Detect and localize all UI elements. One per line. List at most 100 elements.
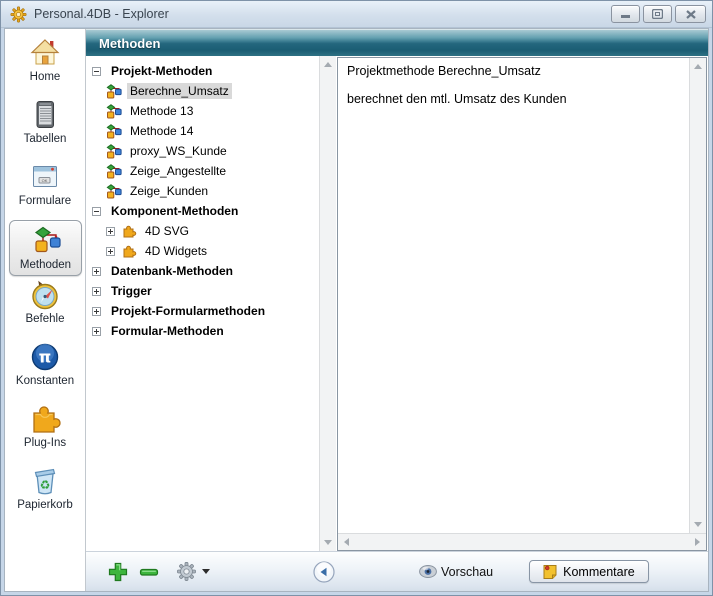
maximize-button[interactable] <box>643 5 672 23</box>
add-button[interactable] <box>108 562 128 582</box>
sidebar-label: Home <box>30 71 61 83</box>
tree-group-formular-methoden[interactable]: Formular-Methoden <box>86 321 319 341</box>
home-icon <box>29 37 61 69</box>
remove-button[interactable] <box>139 562 159 582</box>
chevron-down-icon <box>202 569 210 574</box>
note-icon <box>543 564 557 579</box>
svg-text:π: π <box>39 348 52 367</box>
sidebar-label: Befehle <box>25 313 64 325</box>
plugin-icon <box>29 403 61 435</box>
tree-item-label: Methode 14 <box>127 123 196 139</box>
tree-group-label: Formular-Methoden <box>108 323 227 339</box>
gear-icon <box>176 561 197 582</box>
expand-icon[interactable] <box>92 267 101 276</box>
sidebar-label: Konstanten <box>16 375 74 387</box>
tree-item-4d-svg[interactable]: 4D SVG <box>86 221 319 241</box>
collapse-icon[interactable] <box>92 67 101 76</box>
maximize-icon <box>652 9 663 19</box>
methods-icon <box>30 225 62 257</box>
tree-item-methode-14[interactable]: Methode 14 <box>86 121 319 141</box>
component-puzzle-icon <box>122 244 137 258</box>
tree-item-zeige-kunden[interactable]: Zeige_Kunden <box>86 181 319 201</box>
sidebar-label: Plug-Ins <box>24 437 66 449</box>
preview-horizontal-scrollbar[interactable] <box>338 533 706 550</box>
tree-group-trigger[interactable]: Trigger <box>86 281 319 301</box>
collapse-icon[interactable] <box>92 207 101 216</box>
kommentare-button[interactable]: Kommentare <box>529 560 649 583</box>
vorschau-label: Vorschau <box>441 565 493 579</box>
scroll-left-icon[interactable] <box>340 536 353 549</box>
tree-group-label: Trigger <box>108 283 155 299</box>
expand-icon[interactable] <box>92 287 101 296</box>
expand-icon[interactable] <box>106 247 115 256</box>
comment-preview-panel: Projektmethode Berechne_Umsatz berechnet… <box>337 57 707 551</box>
method-icon <box>106 144 122 159</box>
sidebar-item-plugins[interactable]: Plug-Ins <box>5 400 85 462</box>
tree-item-label: Zeige_Angestellte <box>127 163 229 179</box>
comment-text-area[interactable]: Projektmethode Berechne_Umsatz berechnet… <box>338 58 689 533</box>
tree-scrollbar[interactable] <box>319 56 336 551</box>
tree-item-label: Zeige_Kunden <box>127 183 211 199</box>
tree-group-projekt-formularmethoden[interactable]: Projekt-Formularmethoden <box>86 301 319 321</box>
app-gear-icon <box>10 6 27 23</box>
expand-icon[interactable] <box>92 307 101 316</box>
tree-item-4d-widgets[interactable]: 4D Widgets <box>86 241 319 261</box>
expand-icon[interactable] <box>92 327 101 336</box>
vorschau-toggle[interactable]: Vorschau <box>419 565 493 579</box>
scroll-right-icon[interactable] <box>691 536 704 549</box>
options-button[interactable] <box>176 561 210 582</box>
method-icon <box>106 164 122 179</box>
preview-comment-line: berechnet den mtl. Umsatz des Kunden <box>347 92 680 106</box>
kommentare-label: Kommentare <box>563 565 635 579</box>
methods-tree: Projekt-Methoden Berechne_Umsatz <box>86 56 319 551</box>
tree-group-komponent-methoden[interactable]: Komponent-Methoden <box>86 201 319 221</box>
tables-icon <box>29 99 61 131</box>
preview-title-line: Projektmethode Berechne_Umsatz <box>347 64 680 78</box>
sidebar-item-papierkorb[interactable]: ♻ Papierkorb <box>5 462 85 524</box>
section-header: Methoden <box>86 29 708 56</box>
title-bar[interactable]: Personal.4DB - Explorer <box>1 1 712 28</box>
component-puzzle-icon <box>122 224 137 238</box>
trash-icon: ♻ <box>29 465 61 497</box>
svg-text:OK: OK <box>42 178 48 183</box>
close-icon <box>686 10 696 19</box>
method-icon <box>106 124 122 139</box>
sidebar-item-home[interactable]: Home <box>5 34 85 96</box>
tree-group-label: Projekt-Methoden <box>108 63 215 79</box>
sidebar-item-formulare[interactable]: OK Formulare <box>5 158 85 220</box>
tree-item-methode-13[interactable]: Methode 13 <box>86 101 319 121</box>
sidebar-item-konstanten[interactable]: π Konstanten <box>5 338 85 400</box>
constants-icon: π <box>29 341 61 373</box>
bottom-toolbar: Vorschau Kommentare <box>86 551 708 591</box>
eye-icon <box>419 565 437 578</box>
scroll-down-icon[interactable] <box>692 518 705 531</box>
sidebar-label: Formulare <box>19 195 71 207</box>
back-button[interactable] <box>313 561 335 583</box>
tree-item-proxy-ws-kunde[interactable]: proxy_WS_Kunde <box>86 141 319 161</box>
explorer-window: Personal.4DB - Explorer <box>0 0 713 596</box>
scroll-down-icon[interactable] <box>322 536 335 549</box>
sidebar-item-methoden[interactable]: Methoden <box>9 220 82 276</box>
tree-item-berechne-umsatz[interactable]: Berechne_Umsatz <box>86 81 319 101</box>
methods-tree-panel: Projekt-Methoden Berechne_Umsatz <box>86 56 336 551</box>
sidebar-item-befehle[interactable]: Befehle <box>5 276 85 338</box>
sidebar-label: Tabellen <box>24 133 67 145</box>
method-icon <box>106 84 122 99</box>
tree-group-datenbank-methoden[interactable]: Datenbank-Methoden <box>86 261 319 281</box>
sidebar-item-tabellen[interactable]: Tabellen <box>5 96 85 158</box>
scroll-up-icon[interactable] <box>692 60 705 73</box>
tree-group-projekt-methoden[interactable]: Projekt-Methoden <box>86 61 319 81</box>
scroll-up-icon[interactable] <box>322 58 335 71</box>
tree-group-label: Datenbank-Methoden <box>108 263 236 279</box>
minimize-button[interactable] <box>611 5 640 23</box>
tree-item-label: proxy_WS_Kunde <box>127 143 230 159</box>
close-button[interactable] <box>675 5 706 23</box>
tree-group-label: Projekt-Formularmethoden <box>108 303 268 319</box>
commands-icon <box>29 279 61 311</box>
expand-icon[interactable] <box>106 227 115 236</box>
svg-text:♻: ♻ <box>40 478 51 492</box>
method-icon <box>106 104 122 119</box>
preview-vertical-scrollbar[interactable] <box>689 58 706 533</box>
window-title: Personal.4DB - Explorer <box>34 7 611 21</box>
tree-item-zeige-angestellte[interactable]: Zeige_Angestellte <box>86 161 319 181</box>
